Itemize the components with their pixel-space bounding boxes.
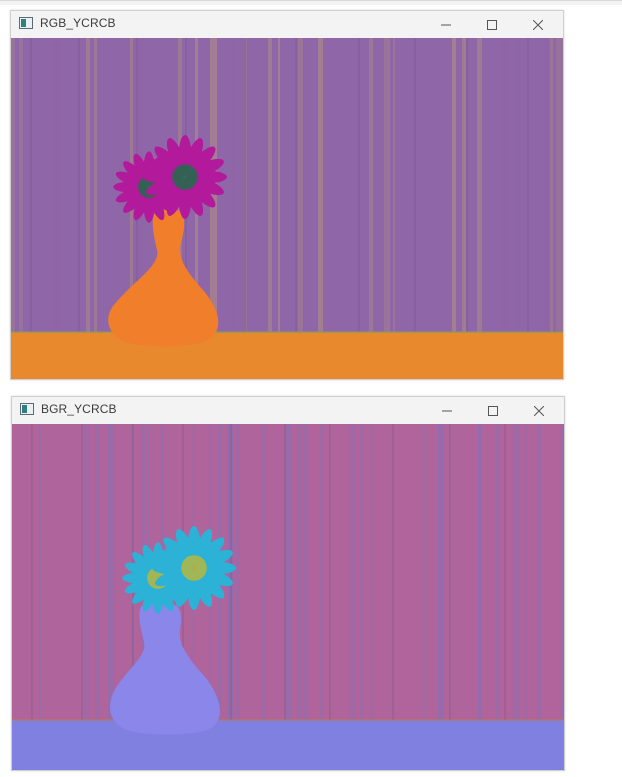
minimize-icon <box>441 24 451 25</box>
app-icon <box>20 403 34 415</box>
window-bgr-ycrcb: BGR_YCRCB <box>11 396 565 771</box>
title-bar[interactable]: RGB_YCRCB <box>11 11 563 38</box>
close-button[interactable] <box>516 397 562 424</box>
top-edge-strip <box>0 0 622 5</box>
bgr-ycrcb-image <box>12 424 564 770</box>
app-icon <box>19 17 33 29</box>
maximize-icon <box>487 19 497 30</box>
minimize-button[interactable] <box>423 11 469 38</box>
minimize-icon <box>442 410 452 411</box>
window-rgb-ycrcb: RGB_YCRCB <box>10 10 564 380</box>
close-button[interactable] <box>515 11 561 38</box>
maximize-button[interactable] <box>469 11 515 38</box>
window-title: BGR_YCRCB <box>41 402 117 416</box>
image-canvas <box>12 424 564 770</box>
rgb-ycrcb-image <box>11 38 563 379</box>
image-canvas <box>11 38 563 379</box>
title-bar[interactable]: BGR_YCRCB <box>12 397 564 424</box>
close-icon <box>534 405 544 416</box>
window-title: RGB_YCRCB <box>40 16 116 30</box>
maximize-button[interactable] <box>470 397 516 424</box>
minimize-button[interactable] <box>424 397 470 424</box>
close-icon <box>533 19 543 30</box>
maximize-icon <box>488 405 498 416</box>
